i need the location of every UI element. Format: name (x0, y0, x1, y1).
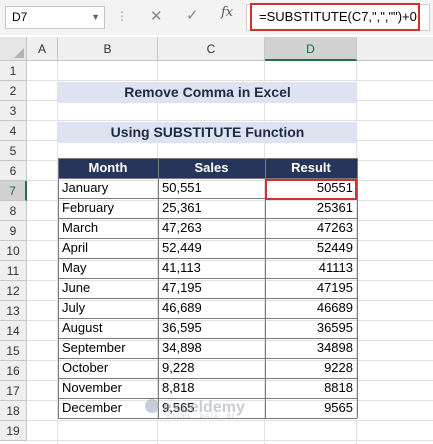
select-all-triangle-icon (14, 48, 24, 58)
result-cell[interactable]: 9565 (265, 398, 357, 418)
page-title: Remove Comma in Excel (58, 82, 357, 103)
close-icon[interactable]: ✕ (150, 7, 163, 25)
row-header-11[interactable]: 11 (0, 261, 27, 281)
row-header-10[interactable]: 10 (0, 241, 27, 261)
row-header-16[interactable]: 16 (0, 361, 27, 381)
column-header-e[interactable] (357, 37, 433, 61)
result-cell[interactable]: 8818 (265, 378, 357, 398)
row-header-4[interactable]: 4 (0, 121, 27, 141)
row-header-1[interactable]: 1 (0, 61, 27, 81)
month-cell[interactable]: May (58, 258, 158, 278)
name-box-value: D7 (12, 10, 28, 24)
formula-bar: D7 ▼ ⋮ ✕ ✓ fx =SUBSTITUTE(C7,",","")+0 (0, 0, 433, 35)
row-header-12[interactable]: 12 (0, 281, 27, 301)
watermark-tagline: EXCEL · DATA · BI (167, 414, 235, 420)
month-cell[interactable]: February (58, 198, 158, 218)
result-cell[interactable]: 47195 (265, 278, 357, 298)
table-header-month[interactable]: Month (58, 158, 158, 178)
result-cell[interactable]: 46689 (265, 298, 357, 318)
table-border-h (58, 298, 357, 299)
sales-cell[interactable]: 34,898 (158, 338, 265, 358)
table-border-h (58, 218, 357, 219)
result-cell[interactable]: 41113 (265, 258, 357, 278)
row-header-14[interactable]: 14 (0, 321, 27, 341)
row-header-13[interactable]: 13 (0, 301, 27, 321)
table-border-h (58, 258, 357, 259)
row-header-6[interactable]: 6 (0, 161, 27, 181)
month-cell[interactable]: April (58, 238, 158, 258)
table-border-h (58, 158, 357, 159)
row-header-15[interactable]: 15 (0, 341, 27, 361)
table-border-h (58, 378, 357, 379)
result-cell[interactable]: 25361 (265, 198, 357, 218)
checkmark-icon[interactable]: ✓ (186, 6, 199, 24)
table-border-h (58, 278, 357, 279)
row-header-3[interactable]: 3 (0, 101, 27, 121)
sales-cell[interactable]: 47,195 (158, 278, 265, 298)
row-header-17[interactable]: 17 (0, 381, 27, 401)
insert-function-button[interactable]: fx (221, 5, 233, 20)
sales-cell[interactable]: 47,263 (158, 218, 265, 238)
active-cell-highlight (265, 179, 357, 200)
table-border-h (58, 238, 357, 239)
name-box[interactable]: D7 ▼ (5, 6, 105, 29)
table-header-sales[interactable]: Sales (158, 158, 265, 178)
sales-cell[interactable]: 25,361 (158, 198, 265, 218)
row-header-19[interactable]: 19 (0, 421, 27, 441)
table-border-h (58, 358, 357, 359)
table-border-v (357, 158, 358, 418)
formula-input[interactable]: =SUBSTITUTE(C7,",","")+0 (250, 3, 420, 31)
result-cell[interactable]: 34898 (265, 338, 357, 358)
more-options-icon: ⋮ (116, 9, 128, 23)
sales-cell[interactable]: 50,551 (158, 178, 265, 198)
month-cell[interactable]: January (58, 178, 158, 198)
month-cell[interactable]: June (58, 278, 158, 298)
watermark-logo: exceldemy EXCEL · DATA · BI (145, 399, 245, 420)
sales-cell[interactable]: 46,689 (158, 298, 265, 318)
sales-cell[interactable]: 8,818 (158, 378, 265, 398)
sales-cell[interactable]: 52,449 (158, 238, 265, 258)
table-border-v (158, 158, 159, 418)
month-cell[interactable]: December (58, 398, 158, 418)
row-header-18[interactable]: 18 (0, 401, 27, 421)
table-border-h (58, 318, 357, 319)
table-border-h (58, 338, 357, 339)
chevron-down-icon[interactable]: ▼ (91, 7, 100, 28)
column-header-d[interactable]: D (265, 37, 357, 61)
sales-cell[interactable]: 36,595 (158, 318, 265, 338)
result-cell[interactable]: 47263 (265, 218, 357, 238)
sales-cell[interactable]: 41,113 (158, 258, 265, 278)
result-cell[interactable]: 9228 (265, 358, 357, 378)
sales-cell[interactable]: 9,228 (158, 358, 265, 378)
column-header-b[interactable]: B (58, 37, 158, 61)
month-cell[interactable]: August (58, 318, 158, 338)
row-header-8[interactable]: 8 (0, 201, 27, 221)
month-cell[interactable]: September (58, 338, 158, 358)
row-header-2[interactable]: 2 (0, 81, 27, 101)
exceldemy-logo-icon (145, 399, 159, 413)
result-cell[interactable]: 36595 (265, 318, 357, 338)
table-border-v (58, 158, 59, 418)
month-cell[interactable]: July (58, 298, 158, 318)
column-header-a[interactable]: A (27, 37, 58, 61)
month-cell[interactable]: October (58, 358, 158, 378)
row-header-5[interactable]: 5 (0, 141, 27, 161)
row-header-7[interactable]: 7 (0, 181, 27, 201)
result-cell[interactable]: 52449 (265, 238, 357, 258)
month-cell[interactable]: November (58, 378, 158, 398)
month-cell[interactable]: March (58, 218, 158, 238)
column-header-c[interactable]: C (158, 37, 265, 61)
row-header-9[interactable]: 9 (0, 221, 27, 241)
table-header-result[interactable]: Result (265, 158, 357, 178)
page-subtitle: Using SUBSTITUTE Function (58, 122, 357, 143)
